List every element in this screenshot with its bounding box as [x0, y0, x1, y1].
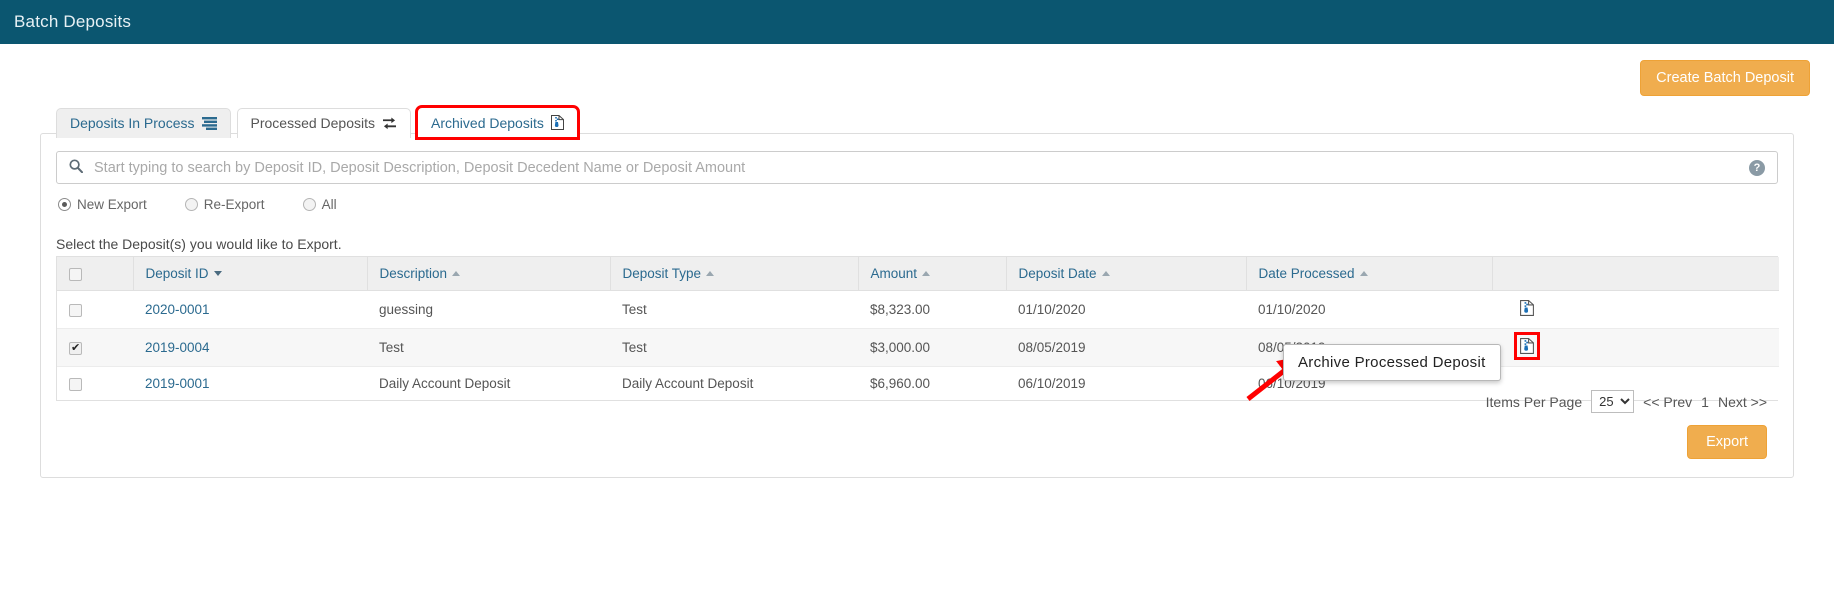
radio-indicator	[58, 198, 71, 211]
radio-label: Re-Export	[203, 197, 265, 212]
batch-deposits-page: Batch Deposits Create Batch Deposit Depo…	[0, 0, 1834, 604]
radio-new-export[interactable]: New Export	[58, 197, 147, 212]
column-label: Deposit ID	[145, 266, 209, 281]
instruction-text: Select the Deposit(s) you would like to …	[56, 236, 342, 252]
current-page-number[interactable]: 1	[1701, 394, 1709, 410]
cell-deposit-id: 2019-0004	[133, 328, 367, 367]
cell-deposit-type: Daily Account Deposit	[610, 366, 858, 400]
cell-actions	[1492, 328, 1779, 367]
deposit-id-link[interactable]: 2019-0001	[145, 376, 210, 391]
chevron-up-icon	[1101, 271, 1110, 276]
cell-deposit-date: 08/05/2019	[1006, 328, 1246, 367]
cell-description: Daily Account Deposit	[367, 366, 610, 400]
cell-deposit-id: 2020-0001	[133, 290, 367, 329]
radio-label: All	[321, 197, 337, 212]
cell-deposit-id: 2019-0001	[133, 366, 367, 400]
column-label: Deposit Type	[622, 266, 702, 281]
column-deposit-type[interactable]: Deposit Type	[610, 257, 859, 291]
row-select-cell	[57, 366, 133, 400]
radio-label: New Export	[77, 197, 147, 212]
table-header-row: Deposit ID Description Deposit Type Amou…	[57, 257, 1779, 291]
column-label: Amount	[870, 266, 918, 281]
cell-deposit-type: Test	[610, 328, 858, 367]
search-bar[interactable]: ?	[56, 151, 1778, 184]
cell-actions	[1492, 290, 1779, 329]
export-filter-radio-group: New Export Re-Export All	[58, 197, 337, 212]
tab-deposits-in-process[interactable]: Deposits In Process	[56, 108, 231, 138]
cell-deposit-date: 06/10/2019	[1006, 366, 1246, 400]
row-select-cell	[57, 290, 133, 329]
retweet-icon	[382, 117, 397, 130]
items-per-page-select[interactable]: 25	[1591, 390, 1635, 413]
tab-bar: Deposits In Process Processed Deposits A…	[56, 105, 580, 140]
tab-archived-deposits[interactable]: Archived Deposits	[415, 105, 580, 140]
chevron-up-icon	[922, 271, 931, 276]
table-row: 2020-0001 guessing Test $8,323.00 01/10/…	[57, 290, 1779, 329]
search-input[interactable]	[92, 158, 1749, 177]
create-batch-deposit-button[interactable]: Create Batch Deposit	[1640, 60, 1810, 96]
prev-page-link[interactable]: << Prev	[1643, 394, 1692, 410]
archive-deposit-icon[interactable]	[1520, 300, 1534, 316]
chevron-up-icon	[706, 271, 715, 276]
row-checkbox[interactable]	[69, 341, 82, 355]
cell-amount: $3,000.00	[858, 328, 1006, 367]
tab-label: Processed Deposits	[250, 115, 376, 131]
column-deposit-date[interactable]: Deposit Date	[1006, 257, 1247, 291]
pagination: Items Per Page 25 << Prev 1 Next >>	[1486, 390, 1767, 413]
items-per-page-label: Items Per Page	[1485, 393, 1583, 410]
column-deposit-id[interactable]: Deposit ID	[133, 257, 368, 291]
column-amount[interactable]: Amount	[858, 257, 1007, 291]
row-checkbox[interactable]	[69, 303, 82, 317]
app-header: Batch Deposits	[0, 0, 1834, 44]
tab-processed-deposits[interactable]: Processed Deposits	[236, 108, 412, 138]
column-label: Deposit Date	[1018, 266, 1097, 281]
chevron-down-icon	[213, 271, 222, 276]
cell-deposit-date: 01/10/2020	[1006, 290, 1246, 329]
chevron-up-icon	[452, 271, 461, 276]
content-panel: ? New Export Re-Export All Select the De…	[40, 133, 1794, 478]
cell-description: guessing	[367, 290, 610, 329]
cell-deposit-type: Test	[610, 290, 858, 329]
table-row: 2019-0004 Test Test $3,000.00 08/05/2019…	[57, 328, 1779, 367]
column-label: Description	[379, 266, 448, 281]
cell-amount: $6,960.00	[858, 366, 1006, 400]
help-icon[interactable]: ?	[1749, 159, 1765, 176]
row-checkbox[interactable]	[69, 377, 82, 391]
row-select-cell	[57, 328, 133, 367]
radio-all[interactable]: All	[302, 197, 337, 212]
select-all-checkbox[interactable]	[69, 267, 82, 281]
column-actions	[1492, 257, 1779, 291]
file-archive-icon	[550, 115, 564, 130]
column-description[interactable]: Description	[367, 257, 611, 291]
tooltip-archive-processed-deposit: Archive Processed Deposit	[1283, 344, 1501, 381]
page-title: Batch Deposits	[14, 12, 132, 31]
column-label: Date Processed	[1258, 266, 1355, 281]
cell-description: Test	[367, 328, 610, 367]
search-icon	[69, 159, 83, 176]
next-page-link[interactable]: Next >>	[1718, 394, 1767, 410]
archive-deposit-icon[interactable]	[1514, 332, 1540, 360]
deposit-id-link[interactable]: 2020-0001	[145, 302, 210, 317]
tab-label: Archived Deposits	[431, 114, 544, 131]
export-button[interactable]: Export	[1687, 425, 1767, 459]
tab-label: Deposits In Process	[70, 115, 195, 131]
radio-re-export[interactable]: Re-Export	[184, 197, 265, 212]
deposits-table: Deposit ID Description Deposit Type Amou…	[56, 256, 1779, 401]
column-date-processed[interactable]: Date Processed	[1246, 257, 1493, 291]
list-lines-icon	[201, 116, 217, 130]
radio-indicator	[184, 198, 198, 211]
radio-indicator	[302, 198, 316, 211]
chevron-up-icon	[1359, 271, 1368, 276]
column-select-all	[57, 257, 134, 291]
deposit-id-link[interactable]: 2019-0004	[145, 340, 210, 355]
cell-date-processed: 01/10/2020	[1246, 290, 1492, 329]
cell-amount: $8,323.00	[858, 290, 1006, 329]
